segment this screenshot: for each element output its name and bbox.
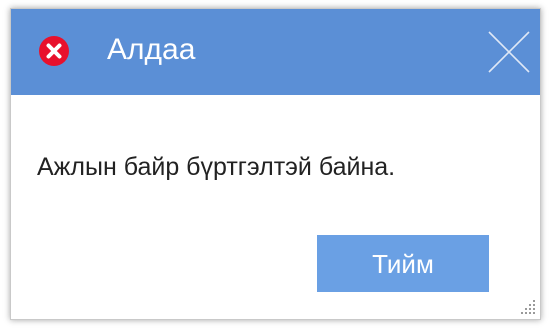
close-icon[interactable]: [486, 29, 532, 75]
dialog-title: Алдаа: [107, 33, 196, 66]
error-dialog: Алдаа Ажлын байр бүртгэлтэй байна. Тийм: [10, 8, 541, 320]
dialog-titlebar[interactable]: Алдаа: [11, 9, 540, 95]
screen: Алдаа Ажлын байр бүртгэлтэй байна. Тийм: [0, 0, 553, 331]
resize-grip-icon[interactable]: [518, 297, 536, 315]
ok-button[interactable]: Тийм: [317, 235, 489, 292]
dialog-message: Ажлын байр бүртгэлтэй байна.: [37, 153, 396, 181]
error-icon: [39, 36, 69, 66]
